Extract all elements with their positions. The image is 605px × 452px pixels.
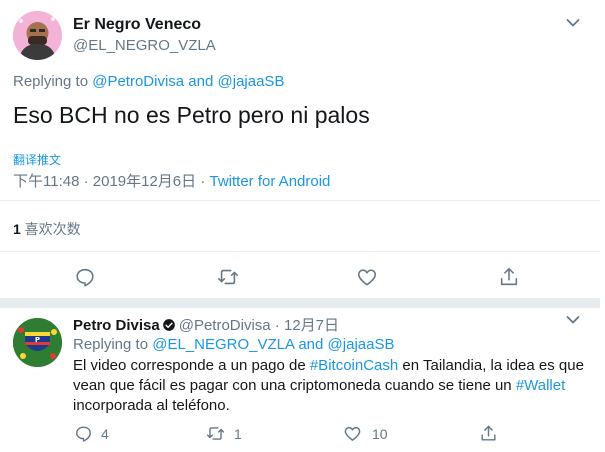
replying-to: Replying to @EL_NEGRO_VZLA and @jajaaSB <box>73 336 394 353</box>
reply-count: 4 <box>101 425 109 442</box>
mention-link[interactable]: @jajaaSB <box>328 336 395 353</box>
meta-separator: · <box>196 173 210 190</box>
tweet-text: Eso BCH no es Petro pero ni palos <box>13 102 370 128</box>
reply-button[interactable]: 4 <box>74 424 109 443</box>
tweet-date[interactable]: · 12月7日 <box>271 317 339 334</box>
reply-text-part: El video corresponde a un pago de <box>73 357 310 374</box>
retweet-button[interactable]: 1 <box>205 424 242 443</box>
avatar[interactable] <box>13 11 62 60</box>
retweet-count: 1 <box>234 425 242 442</box>
retweet-icon[interactable] <box>216 266 240 288</box>
replying-prefix: Replying to <box>13 73 93 90</box>
like-count: 10 <box>372 425 388 442</box>
source-link[interactable]: Twitter for Android <box>210 173 331 190</box>
divider <box>0 200 600 201</box>
thread-separator <box>0 298 600 308</box>
timestamp[interactable]: 下午11:48 · 2019年12月6日 <box>13 173 196 190</box>
avatar[interactable]: P <box>13 318 62 367</box>
retweet-icon[interactable] <box>205 424 226 443</box>
like-icon[interactable] <box>343 424 362 443</box>
like-count-stat[interactable]: 1 喜欢次数 <box>13 219 81 239</box>
translate-tweet-link[interactable]: 翻译推文 <box>13 151 61 168</box>
chevron-down-icon[interactable] <box>566 18 580 28</box>
reply-icon[interactable] <box>74 266 96 288</box>
replying-and[interactable]: and <box>294 336 327 353</box>
replying-to: Replying to @PetroDivisa and @jajaaSB <box>13 73 284 90</box>
like-count-label: 喜欢次数 <box>20 221 81 237</box>
hashtag-link[interactable]: #Wallet <box>516 377 565 394</box>
reply-icon[interactable] <box>74 424 93 443</box>
author-handle[interactable]: @PetroDivisa <box>179 317 271 334</box>
reply-header: Petro Divisa @PetroDivisa · 12月7日 <box>73 314 339 335</box>
divider <box>0 251 600 252</box>
author-name[interactable]: Er Negro Veneco <box>73 16 201 34</box>
reply-text: El video corresponde a un pago de #Bitco… <box>73 356 593 416</box>
author-name[interactable]: Petro Divisa <box>73 317 160 334</box>
verified-badge-icon <box>162 318 176 332</box>
replying-and[interactable]: and <box>184 73 217 90</box>
like-count: 1 <box>13 221 21 237</box>
mention-link[interactable]: @jajaaSB <box>218 73 285 90</box>
svg-text:P: P <box>35 336 40 344</box>
chevron-down-icon[interactable] <box>566 315 580 325</box>
author-handle[interactable]: @EL_NEGRO_VZLA <box>73 37 216 54</box>
share-icon[interactable] <box>498 266 520 288</box>
tweet-meta: 下午11:48 · 2019年12月6日 · Twitter for Andro… <box>13 170 330 191</box>
mention-link[interactable]: @PetroDivisa <box>92 73 184 90</box>
hashtag-link[interactable]: #BitcoinCash <box>310 357 398 374</box>
reply-text-part: incorporada al teléfono. <box>73 397 230 414</box>
mention-link[interactable]: @EL_NEGRO_VZLA <box>152 336 294 353</box>
like-icon[interactable] <box>356 266 378 288</box>
share-icon[interactable] <box>479 424 498 443</box>
like-button[interactable]: 10 <box>343 424 388 443</box>
replying-prefix: Replying to <box>73 336 153 353</box>
